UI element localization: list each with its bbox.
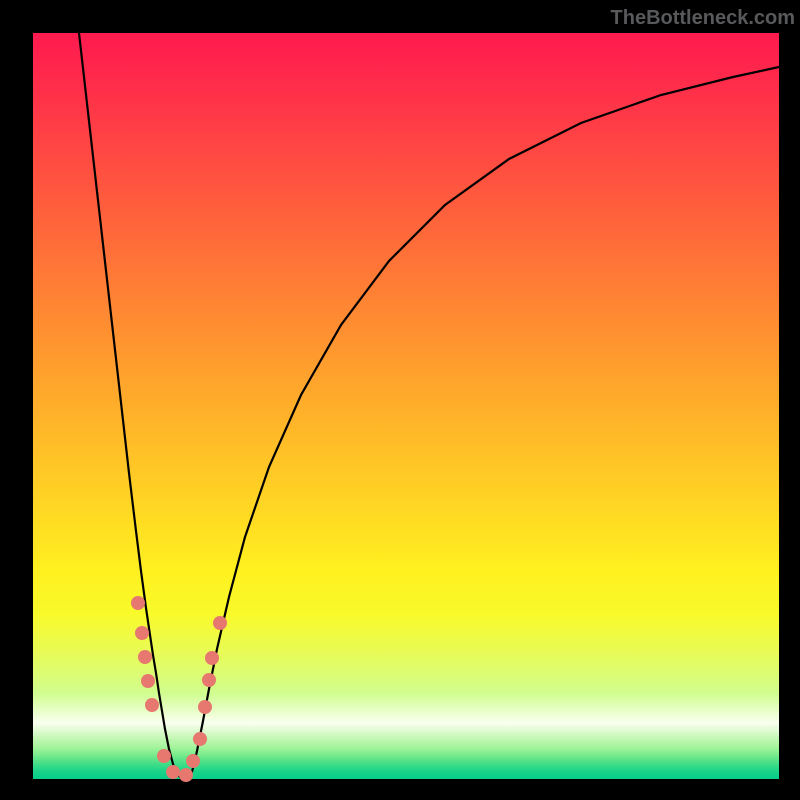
- data-point-dot: [141, 674, 155, 688]
- data-point-dot: [186, 754, 200, 768]
- data-point-dot: [157, 749, 171, 763]
- bottleneck-curve: [33, 33, 779, 779]
- data-point-dot: [179, 768, 193, 782]
- watermark-label: TheBottleneck.com: [611, 7, 795, 30]
- data-point-dot: [166, 765, 180, 779]
- chart-frame: TheBottleneck.com: [0, 0, 800, 800]
- data-point-dot: [202, 673, 216, 687]
- data-point-dot: [193, 732, 207, 746]
- data-point-dot: [131, 596, 145, 610]
- data-point-dot: [135, 626, 149, 640]
- data-point-dot: [138, 650, 152, 664]
- data-point-dot: [145, 698, 159, 712]
- data-point-dot: [198, 700, 212, 714]
- data-point-dot: [205, 651, 219, 665]
- data-point-dot: [213, 616, 227, 630]
